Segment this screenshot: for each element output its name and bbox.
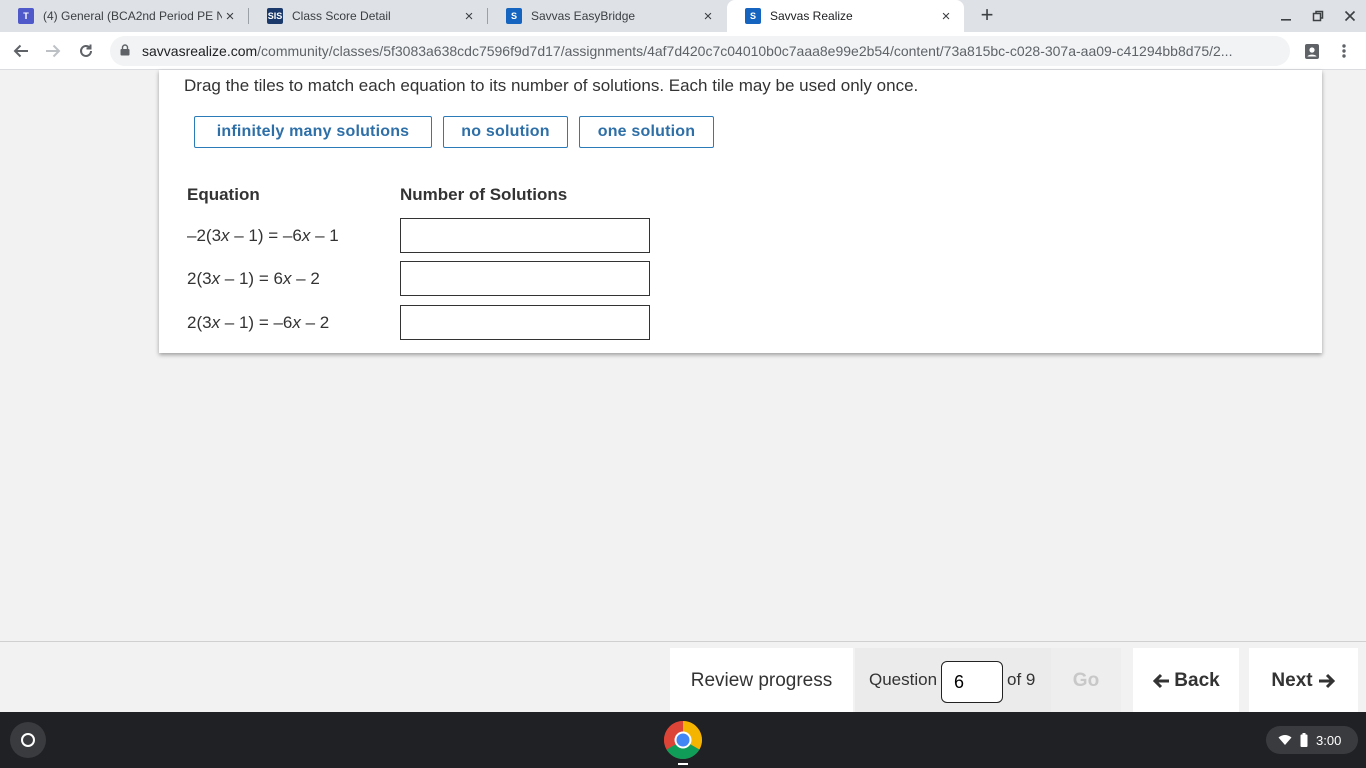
back-label: Back bbox=[1174, 669, 1220, 691]
more-vert-icon bbox=[1342, 44, 1346, 58]
review-progress-button[interactable]: Review progress bbox=[670, 648, 853, 713]
tile-no-solution[interactable]: no solution bbox=[443, 116, 568, 148]
equation-row-3: 2(3x – 1) = –6x – 2 bbox=[187, 313, 330, 332]
forward-nav-button[interactable] bbox=[40, 38, 66, 64]
wifi-icon bbox=[1278, 735, 1292, 745]
url-path: /community/classes/5f3083a638cdc7596f9d7… bbox=[257, 43, 1233, 59]
question-label: Question bbox=[869, 670, 938, 689]
assessment-nav-bar: Review progress Question of 9 Go Back Ne… bbox=[0, 641, 1366, 713]
question-number-input[interactable] bbox=[941, 661, 1003, 703]
clock-time: 3:00 bbox=[1316, 732, 1342, 748]
tab-title: (4) General (BCA2nd Period PE N bbox=[43, 9, 222, 23]
close-icon bbox=[1344, 10, 1356, 22]
next-label: Next bbox=[1271, 669, 1313, 691]
tab-class-score-detail[interactable]: SIS Class Score Detail × bbox=[249, 0, 487, 32]
arrow-right-icon bbox=[1318, 673, 1335, 688]
arrow-left-icon bbox=[1153, 673, 1170, 688]
drop-zone-row-3[interactable] bbox=[400, 305, 650, 340]
address-bar[interactable]: savvasrealize.com /community/classes/5f3… bbox=[110, 36, 1290, 66]
question-total: of 9 bbox=[1007, 670, 1036, 689]
account-badge-icon bbox=[1305, 44, 1319, 59]
question-instructions: Drag the tiles to match each equation to… bbox=[184, 76, 919, 95]
restore-icon bbox=[1312, 10, 1324, 22]
browser-tab-strip: T (4) General (BCA2nd Period PE N × SIS … bbox=[0, 0, 1366, 32]
tab-title: Savvas Realize bbox=[770, 9, 853, 23]
question-card: Drag the tiles to match each equation to… bbox=[159, 70, 1322, 353]
active-app-indicator bbox=[678, 763, 688, 765]
back-nav-button[interactable] bbox=[8, 38, 34, 64]
arrow-right-icon bbox=[46, 44, 61, 58]
question-jump: Question of 9 Go bbox=[855, 648, 1121, 713]
savvas-icon: S bbox=[506, 8, 522, 24]
next-button[interactable]: Next bbox=[1249, 648, 1358, 713]
restore-button[interactable] bbox=[1303, 0, 1333, 32]
tile-infinitely-many-solutions[interactable]: infinitely many solutions bbox=[194, 116, 432, 148]
drop-zone-row-1[interactable] bbox=[400, 218, 650, 253]
equation-row-2: 2(3x – 1) = 6x – 2 bbox=[187, 269, 320, 288]
battery-icon bbox=[1300, 733, 1308, 747]
close-icon[interactable]: × bbox=[222, 8, 238, 25]
browser-menu-button[interactable] bbox=[1331, 38, 1357, 64]
close-icon[interactable]: × bbox=[461, 8, 477, 25]
tab-savvas-easybridge[interactable]: S Savvas EasyBridge × bbox=[488, 0, 726, 32]
profile-button[interactable] bbox=[1299, 38, 1325, 64]
tab-title: Savvas EasyBridge bbox=[531, 9, 636, 23]
reload-button[interactable] bbox=[73, 38, 99, 64]
tab-title: Class Score Detail bbox=[292, 9, 391, 23]
browser-toolbar: savvasrealize.com /community/classes/5f3… bbox=[0, 32, 1366, 70]
url-host: savvasrealize.com bbox=[142, 43, 258, 59]
minimize-button[interactable] bbox=[1271, 0, 1301, 32]
close-icon[interactable]: × bbox=[700, 8, 716, 25]
go-button[interactable]: Go bbox=[1051, 648, 1121, 713]
chrome-icon[interactable] bbox=[663, 720, 703, 760]
teams-icon: T bbox=[18, 8, 34, 24]
tile-one-solution[interactable]: one solution bbox=[579, 116, 714, 148]
arrow-left-icon bbox=[13, 44, 28, 58]
tab-savvas-realize[interactable]: S Savvas Realize × bbox=[727, 0, 964, 32]
equation-column-header: Equation bbox=[187, 185, 260, 204]
solutions-column-header: Number of Solutions bbox=[400, 185, 568, 204]
minimize-icon bbox=[1281, 19, 1291, 21]
lock-icon bbox=[120, 43, 134, 59]
os-shelf: 3:00 bbox=[0, 712, 1366, 768]
reload-icon bbox=[80, 44, 92, 57]
close-icon[interactable]: × bbox=[938, 8, 954, 25]
launcher-button[interactable] bbox=[10, 722, 46, 758]
sis-icon: SIS bbox=[267, 8, 283, 24]
drop-zone-row-2[interactable] bbox=[400, 261, 650, 296]
equation-row-1: –2(3x – 1) = –6x – 1 bbox=[187, 226, 339, 245]
close-window-button[interactable] bbox=[1335, 0, 1365, 32]
launcher-icon bbox=[21, 733, 35, 747]
status-tray[interactable]: 3:00 bbox=[1266, 726, 1358, 754]
new-tab-button[interactable]: + bbox=[976, 4, 998, 28]
savvas-icon: S bbox=[745, 8, 761, 24]
back-button[interactable]: Back bbox=[1133, 648, 1239, 713]
tab-teams-general[interactable]: T (4) General (BCA2nd Period PE N × bbox=[0, 0, 248, 32]
